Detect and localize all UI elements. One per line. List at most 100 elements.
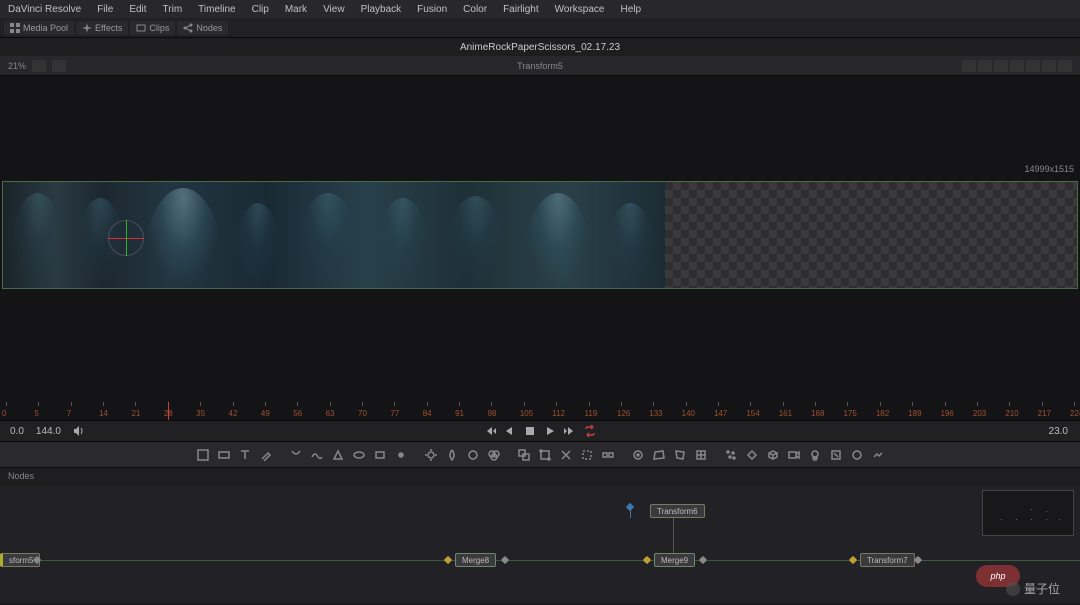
nodes-icon	[183, 23, 193, 33]
node-transform7[interactable]: Transform7	[860, 553, 915, 567]
node-graph[interactable]: sform5 Merge8 Merge9 Transform7 Transfor…	[0, 486, 1080, 603]
transform-gizmo[interactable]	[108, 220, 144, 256]
viewer-opt-5-icon[interactable]	[1026, 60, 1040, 72]
menu-clip[interactable]: Clip	[248, 2, 273, 17]
menu-color[interactable]: Color	[459, 2, 491, 17]
go-start-icon[interactable]	[484, 425, 496, 437]
shape3d-tool[interactable]	[847, 446, 867, 464]
play-icon[interactable]	[544, 425, 556, 437]
camera-tool[interactable]	[784, 446, 804, 464]
media-pool-label: Media Pool	[23, 23, 68, 33]
nodes-panel-title: Nodes	[8, 471, 34, 481]
tracker-tool[interactable]	[628, 446, 648, 464]
zoom-display[interactable]: 21%	[8, 61, 26, 71]
nodes-panel-header: Nodes	[0, 468, 1080, 486]
blur-tool[interactable]	[442, 446, 462, 464]
time-ruler[interactable]: 0571421283542495663707784919810511211912…	[0, 396, 1080, 420]
end-frame[interactable]: 144.0	[36, 426, 61, 437]
clips-icon	[136, 23, 146, 33]
viewer-opt-2-icon[interactable]	[978, 60, 992, 72]
background-tool[interactable]	[193, 446, 213, 464]
range-end[interactable]: 23.0	[1049, 426, 1068, 437]
rectangle-tool[interactable]	[370, 446, 390, 464]
menu-file[interactable]: File	[93, 2, 117, 17]
menu-trim[interactable]: Trim	[159, 2, 187, 17]
playback-bar: 0.0 144.0 23.0	[0, 420, 1080, 442]
menu-fusion[interactable]: Fusion	[413, 2, 451, 17]
go-end-icon[interactable]	[564, 425, 576, 437]
viewer-opt-6-icon[interactable]	[1042, 60, 1056, 72]
clips-button[interactable]: Clips	[130, 21, 175, 35]
canvas-bounds	[2, 181, 1078, 289]
menu-fairlight[interactable]: Fairlight	[499, 2, 543, 17]
effects-button[interactable]: Effects	[76, 21, 128, 35]
transform-tool[interactable]	[535, 446, 555, 464]
viewer-opt-7-icon[interactable]	[1058, 60, 1072, 72]
hue-tool[interactable]	[484, 446, 504, 464]
sparkle-icon	[82, 23, 92, 33]
loop-icon[interactable]	[584, 425, 596, 437]
viewer-opt-1-icon[interactable]	[962, 60, 976, 72]
grid-icon	[10, 23, 20, 33]
particles-tool[interactable]	[721, 446, 741, 464]
menu-bar: DaVinci Resolve File Edit Trim Timeline …	[0, 0, 1080, 18]
fastnoise-tool[interactable]	[214, 446, 234, 464]
viewer-canvas[interactable]: 14999x1515	[0, 76, 1080, 396]
node-navigator[interactable]	[982, 490, 1074, 536]
menu-timeline[interactable]: Timeline	[194, 2, 239, 17]
step-back-icon[interactable]	[504, 425, 516, 437]
merge-tool[interactable]	[514, 446, 534, 464]
light-tool[interactable]	[805, 446, 825, 464]
3d-tool[interactable]	[763, 446, 783, 464]
transparent-area	[665, 182, 1077, 288]
resize-tool[interactable]	[556, 446, 576, 464]
title-bar: AnimeRockPaperScissors_02.17.23	[0, 38, 1080, 56]
media-pool-button[interactable]: Media Pool	[4, 21, 74, 35]
text-tool[interactable]	[235, 446, 255, 464]
app-name[interactable]: DaVinci Resolve	[4, 2, 85, 17]
node-merge9[interactable]: Merge9	[654, 553, 695, 567]
prender-tool[interactable]	[742, 446, 762, 464]
fusion-tool-strip	[0, 442, 1080, 468]
node-merge8[interactable]: Merge8	[455, 553, 496, 567]
speaker-icon[interactable]	[73, 425, 85, 437]
viewer-sub-toolbar: 21% Transform5	[0, 56, 1080, 76]
planartracker-tool[interactable]	[649, 446, 669, 464]
polygon-tool[interactable]	[328, 446, 348, 464]
nodes-button[interactable]: Nodes	[177, 21, 228, 35]
node-transform6[interactable]: Transform6	[650, 504, 705, 518]
menu-edit[interactable]: Edit	[125, 2, 150, 17]
clips-label: Clips	[149, 23, 169, 33]
brightness-tool[interactable]	[421, 446, 441, 464]
channelbool-tool[interactable]	[598, 446, 618, 464]
effects-label: Effects	[95, 23, 122, 33]
menu-mark[interactable]: Mark	[281, 2, 311, 17]
current-frame[interactable]: 0.0	[10, 426, 24, 437]
bspline-tool[interactable]	[307, 446, 327, 464]
viewer-opt-3-icon[interactable]	[994, 60, 1008, 72]
colorcorrect-tool[interactable]	[463, 446, 483, 464]
rendered-image	[3, 182, 665, 288]
project-title: AnimeRockPaperScissors_02.17.23	[460, 42, 620, 53]
view-mode-icon[interactable]	[52, 60, 66, 72]
resolution-label: 14999x1515	[1024, 164, 1074, 174]
panel-toolbar: Media Pool Effects Clips Nodes	[0, 18, 1080, 38]
menu-help[interactable]: Help	[616, 2, 645, 17]
image3d-tool[interactable]	[868, 446, 888, 464]
menu-view[interactable]: View	[319, 2, 349, 17]
cornerpin-tool[interactable]	[670, 446, 690, 464]
ellipse-tool[interactable]	[349, 446, 369, 464]
selected-node-label: Transform5	[517, 61, 563, 71]
wand-tool[interactable]	[391, 446, 411, 464]
nodes-toolbar-label: Nodes	[196, 23, 222, 33]
mask-tool[interactable]	[286, 446, 306, 464]
menu-playback[interactable]: Playback	[357, 2, 406, 17]
viewer-opt-4-icon[interactable]	[1010, 60, 1024, 72]
menu-workspace[interactable]: Workspace	[551, 2, 609, 17]
stop-icon[interactable]	[524, 425, 536, 437]
fit-icon[interactable]	[32, 60, 46, 72]
gridwarp-tool[interactable]	[691, 446, 711, 464]
paint-tool[interactable]	[256, 446, 276, 464]
render3d-tool[interactable]	[826, 446, 846, 464]
mattecontrol-tool[interactable]	[577, 446, 597, 464]
